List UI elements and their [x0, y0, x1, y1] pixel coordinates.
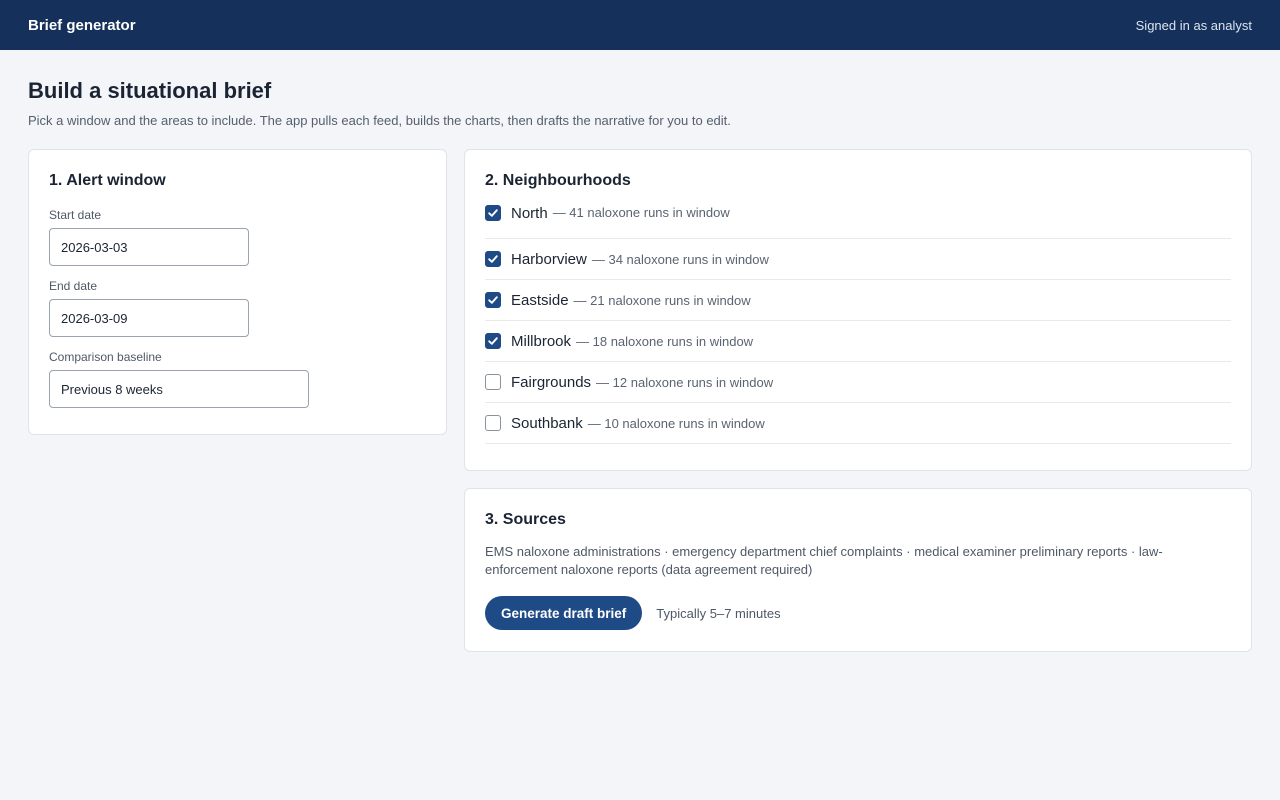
- alert-window-card: 1. Alert window Start date 2026-03-03 En…: [28, 149, 447, 435]
- harborview-checkbox[interactable]: [485, 251, 501, 267]
- end-date-value: 2026-03-09: [61, 310, 128, 326]
- neighbourhood-count: — 34 naloxone runs in window: [591, 251, 769, 267]
- page-title: Build a situational brief: [28, 78, 272, 103]
- neighbourhood-count: — 21 naloxone runs in window: [573, 292, 751, 308]
- generate-action-row: Generate draft brief Typically 5–7 minut…: [485, 596, 1231, 630]
- start-date-input[interactable]: 2026-03-03: [49, 228, 249, 266]
- neighbourhood-row-millbrook[interactable]: Millbrook — 18 naloxone runs in window: [485, 321, 1231, 362]
- north-checkbox[interactable]: [485, 205, 501, 221]
- baseline-label: Comparison baseline: [49, 350, 162, 364]
- neighbourhood-row-harborview[interactable]: Harborview — 34 naloxone runs in window: [485, 239, 1231, 280]
- baseline-select[interactable]: Previous 8 weeks: [49, 370, 309, 408]
- check-icon: [488, 337, 498, 345]
- main-content: Build a situational brief Pick a window …: [0, 50, 1280, 652]
- start-date-label: Start date: [49, 208, 102, 222]
- neighbourhood-count: — 18 naloxone runs in window: [576, 333, 754, 349]
- neighbourhood-name: Millbrook: [511, 332, 572, 350]
- neighbourhood-name: Eastside: [511, 291, 569, 309]
- neighbourhoods-card: 2. Neighbourhoods North — 41 naloxone ru…: [464, 149, 1252, 471]
- alert-window-title: 1. Alert window: [49, 172, 166, 189]
- neighbourhood-count: — 12 naloxone runs in window: [596, 374, 774, 390]
- baseline-value: Previous 8 weeks: [61, 381, 163, 397]
- start-date-value: 2026-03-03: [61, 239, 128, 255]
- generate-draft-brief-button[interactable]: Generate draft brief: [485, 596, 643, 630]
- southbank-checkbox[interactable]: [485, 415, 501, 431]
- app-title: Brief generator: [28, 16, 136, 34]
- check-icon: [488, 255, 498, 263]
- neighbourhood-list: North — 41 naloxone runs in window Harbo…: [485, 205, 1231, 444]
- generation-time-estimate: Typically 5–7 minutes: [656, 605, 781, 621]
- signed-in-status: Signed in as analyst: [1135, 17, 1252, 33]
- neighbourhood-name: Fairgrounds: [511, 373, 592, 391]
- end-date-label: End date: [49, 279, 98, 293]
- fairgrounds-checkbox[interactable]: [485, 374, 501, 390]
- sources-list: EMS naloxone administrations · emergency…: [485, 544, 1163, 577]
- check-icon: [488, 209, 498, 217]
- check-icon: [488, 296, 498, 304]
- neighbourhood-name: Harborview: [511, 250, 587, 268]
- sources-title: 3. Sources: [485, 511, 566, 528]
- neighbourhood-row-eastside[interactable]: Eastside — 21 naloxone runs in window: [485, 280, 1231, 321]
- neighbourhood-name: North: [511, 205, 548, 222]
- sources-card: 3. Sources EMS naloxone administrations …: [464, 488, 1252, 652]
- neighbourhoods-title: 2. Neighbourhoods: [485, 172, 631, 189]
- millbrook-checkbox[interactable]: [485, 333, 501, 349]
- end-date-input[interactable]: 2026-03-09: [49, 299, 249, 337]
- neighbourhood-name: Southbank: [511, 414, 583, 432]
- form-columns: 1. Alert window Start date 2026-03-03 En…: [28, 149, 1252, 652]
- neighbourhood-count: — 41 naloxone runs in window: [552, 205, 730, 220]
- neighbourhood-row-southbank[interactable]: Southbank — 10 naloxone runs in window: [485, 403, 1231, 444]
- top-bar: Brief generator Signed in as analyst: [0, 0, 1280, 50]
- neighbourhood-row-fairgrounds[interactable]: Fairgrounds — 12 naloxone runs in window: [485, 362, 1231, 403]
- neighbourhood-row-north[interactable]: North — 41 naloxone runs in window: [485, 205, 1231, 239]
- neighbourhood-count: — 10 naloxone runs in window: [587, 415, 765, 431]
- eastside-checkbox[interactable]: [485, 292, 501, 308]
- page-subtitle: Pick a window and the areas to include. …: [28, 113, 731, 128]
